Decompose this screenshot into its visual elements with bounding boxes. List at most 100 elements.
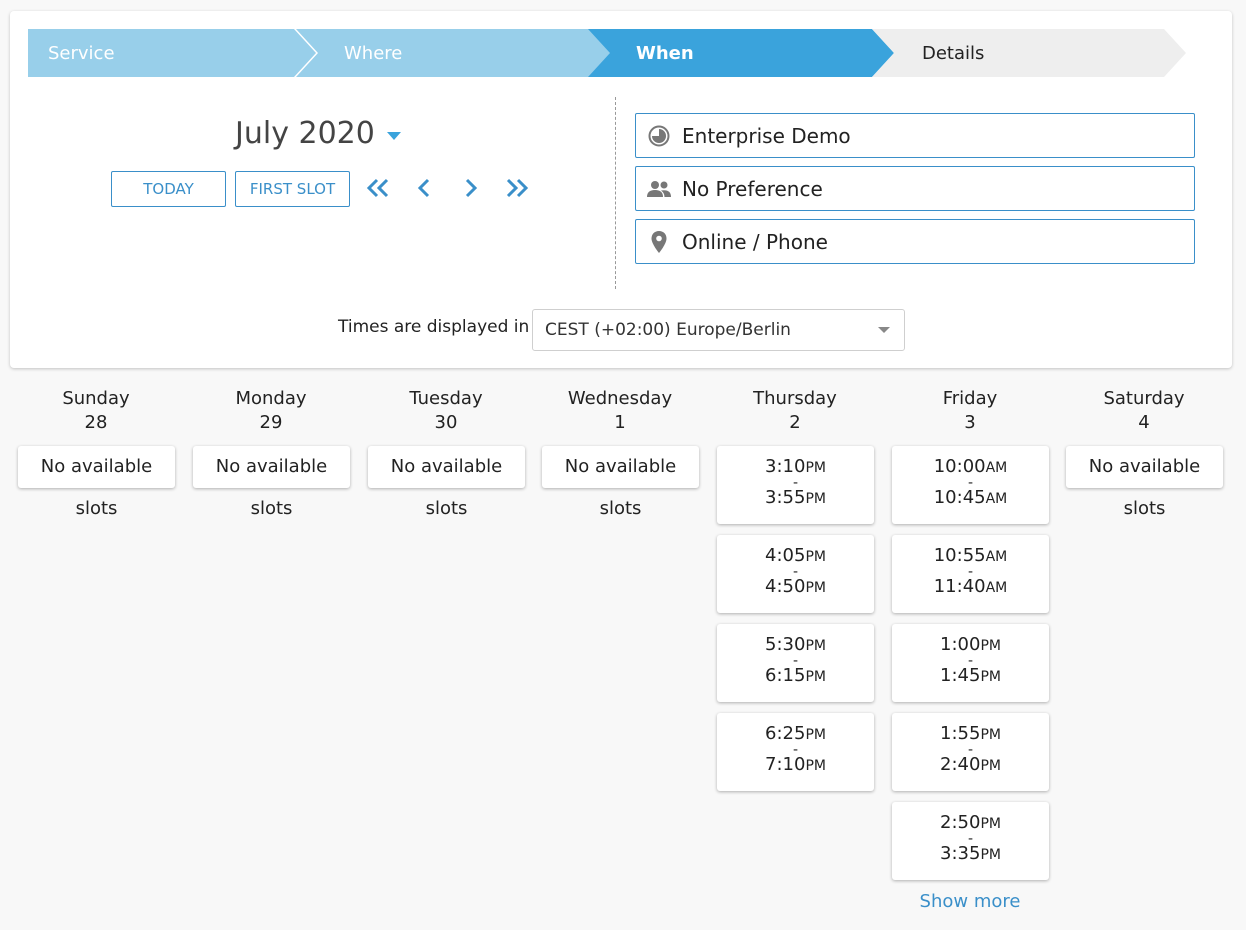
time-slot[interactable]: 3:10PM -3:55PM bbox=[717, 446, 874, 524]
slot-start: 1:00PM bbox=[892, 624, 1049, 656]
time-slot[interactable]: 4:05PM -4:50PM bbox=[717, 535, 874, 613]
location-pin-icon bbox=[646, 229, 672, 255]
slot-end-time: 7:10 bbox=[765, 754, 806, 775]
slot-start-time: 1:55 bbox=[940, 723, 981, 744]
time-slot[interactable]: 5:30PM -6:15PM bbox=[717, 624, 874, 702]
day-name: Thursday bbox=[753, 388, 837, 409]
time-slot[interactable]: 1:00PM -1:45PM bbox=[892, 624, 1049, 702]
time-slot[interactable]: 1:55PM -2:40PM bbox=[892, 713, 1049, 791]
slot-start: 5:30PM bbox=[717, 624, 874, 656]
slot-end-ampm: PM bbox=[805, 669, 826, 685]
slot-start-time: 2:50 bbox=[940, 812, 981, 833]
slot-start-time: 3:10 bbox=[765, 456, 806, 477]
slot-end-time: 6:15 bbox=[765, 665, 806, 686]
month-selector[interactable]: July 2020 bbox=[235, 116, 401, 151]
time-slot[interactable]: 10:00AM -10:45AM bbox=[892, 446, 1049, 524]
slot-end-time: 11:40 bbox=[933, 576, 986, 597]
no-slots-card: No available slots bbox=[542, 446, 699, 519]
chevron-right-icon[interactable] bbox=[457, 177, 483, 199]
slot-start-time: 10:00 bbox=[933, 456, 986, 477]
slot-start-ampm: PM bbox=[980, 638, 1001, 654]
people-icon bbox=[646, 176, 672, 202]
slot-start-ampm: AM bbox=[985, 460, 1008, 476]
day-date: 29 bbox=[259, 412, 283, 433]
day-header: Thursday 2 bbox=[716, 387, 874, 435]
booking-panel: Service Where When Details July 2020 TOD… bbox=[10, 11, 1232, 368]
slot-start-ampm: PM bbox=[805, 549, 826, 565]
time-slot[interactable]: 10:55AM -11:40AM bbox=[892, 535, 1049, 613]
day-date: 4 bbox=[1138, 412, 1150, 433]
slot-end-time: 10:45 bbox=[933, 487, 986, 508]
slot-start: 2:50PM bbox=[892, 802, 1049, 834]
time-slot[interactable]: 2:50PM -3:35PM bbox=[892, 802, 1049, 880]
time-slot[interactable]: 6:25PM -7:10PM bbox=[717, 713, 874, 791]
step-service[interactable]: Service bbox=[28, 29, 316, 77]
timezone-value: CEST (+02:00) Europe/Berlin bbox=[545, 320, 791, 340]
day-date: 30 bbox=[434, 412, 458, 433]
timezone-select[interactable]: CEST (+02:00) Europe/Berlin bbox=[532, 309, 905, 351]
slot-start-time: 4:05 bbox=[765, 545, 806, 566]
step-details[interactable]: Details bbox=[872, 29, 1186, 77]
slot-end-ampm: PM bbox=[980, 758, 1001, 774]
double-chevron-right-icon[interactable] bbox=[504, 177, 530, 199]
day-name: Saturday bbox=[1103, 388, 1185, 409]
slot-end-time: 3:55 bbox=[765, 487, 806, 508]
slot-start-ampm: PM bbox=[805, 460, 826, 476]
slot-start-ampm: PM bbox=[980, 727, 1001, 743]
month-label: July 2020 bbox=[235, 116, 375, 151]
day-name: Monday bbox=[235, 388, 307, 409]
slot-end-time: 4:50 bbox=[765, 576, 806, 597]
slot-end: 2:40PM bbox=[892, 755, 1049, 776]
slot-start: 1:55PM bbox=[892, 713, 1049, 745]
day-name: Tuesday bbox=[409, 388, 483, 409]
chevron-left-icon[interactable] bbox=[412, 177, 438, 199]
slot-end-time: 1:45 bbox=[940, 665, 981, 686]
day-header: Monday 29 bbox=[192, 387, 350, 435]
slot-end-time: 2:40 bbox=[940, 754, 981, 775]
day-header: Saturday 4 bbox=[1065, 387, 1223, 435]
day-date: 3 bbox=[964, 412, 976, 433]
slot-start-time: 5:30 bbox=[765, 634, 806, 655]
day-header: Wednesday 1 bbox=[541, 387, 699, 435]
clock-icon bbox=[646, 123, 672, 149]
day-header: Sunday 28 bbox=[17, 387, 175, 435]
double-chevron-left-icon[interactable] bbox=[365, 177, 391, 199]
location-value: Online / Phone bbox=[682, 229, 828, 254]
slot-end-ampm: AM bbox=[985, 491, 1008, 507]
slot-start-time: 10:55 bbox=[933, 545, 986, 566]
no-slots-card: No available slots bbox=[193, 446, 350, 519]
step-where[interactable]: Where bbox=[296, 29, 612, 77]
day-header: Tuesday 30 bbox=[367, 387, 525, 435]
slot-end: 3:55PM bbox=[717, 488, 874, 509]
slot-start: 4:05PM bbox=[717, 535, 874, 567]
slot-end: 4:50PM bbox=[717, 577, 874, 598]
staff-value: No Preference bbox=[682, 176, 823, 201]
slot-end-ampm: PM bbox=[805, 491, 826, 507]
timezone-label: Times are displayed in bbox=[338, 317, 530, 337]
day-header: Friday 3 bbox=[891, 387, 1049, 435]
first-slot-button[interactable]: FIRST SLOT bbox=[235, 171, 350, 207]
slot-end: 6:15PM bbox=[717, 666, 874, 687]
day-name: Friday bbox=[942, 388, 998, 409]
day-date: 2 bbox=[789, 412, 801, 433]
location-field[interactable]: Online / Phone bbox=[635, 219, 1195, 264]
slot-end-ampm: PM bbox=[980, 847, 1001, 863]
today-button[interactable]: TODAY bbox=[111, 171, 226, 207]
slot-start-ampm: AM bbox=[985, 549, 1008, 565]
no-slots-card: No available slots bbox=[1066, 446, 1223, 519]
no-slots-card: No available slots bbox=[368, 446, 525, 519]
service-field[interactable]: Enterprise Demo bbox=[635, 113, 1195, 158]
no-slots-card: No available slots bbox=[18, 446, 175, 519]
slot-end-ampm: PM bbox=[805, 758, 826, 774]
slot-start-time: 1:00 bbox=[940, 634, 981, 655]
slot-start: 10:55AM bbox=[892, 535, 1049, 567]
slot-end: 7:10PM bbox=[717, 755, 874, 776]
staff-field[interactable]: No Preference bbox=[635, 166, 1195, 211]
caret-down-icon bbox=[386, 131, 401, 140]
slot-end: 10:45AM bbox=[892, 488, 1049, 509]
slot-end: 1:45PM bbox=[892, 666, 1049, 687]
show-more-link[interactable]: Show more bbox=[891, 891, 1049, 912]
step-when[interactable]: When bbox=[588, 29, 894, 77]
slot-start: 10:00AM bbox=[892, 446, 1049, 478]
day-date: 1 bbox=[614, 412, 626, 433]
